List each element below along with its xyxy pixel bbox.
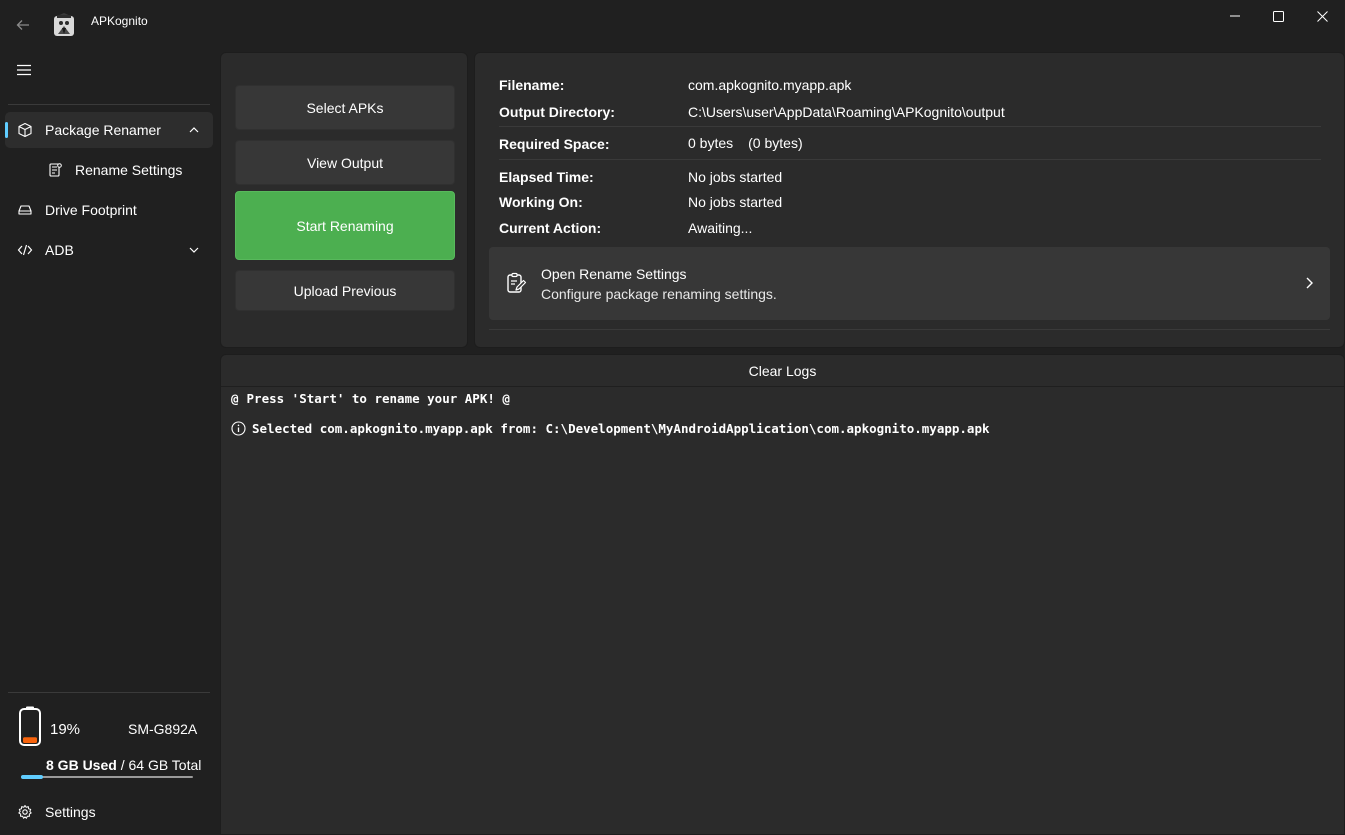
output-directory-value: C:\Users\user\AppData\Roaming\APKognito\…	[688, 104, 1005, 120]
elapsed-time-value: No jobs started	[688, 169, 783, 185]
sidebar-item-adb[interactable]: ADB	[5, 232, 213, 268]
app-title: APKognito	[91, 14, 148, 28]
code-icon	[17, 242, 33, 258]
sidebar-item-label: Settings	[45, 804, 96, 820]
sidebar-item-label: Drive Footprint	[45, 202, 137, 218]
sidebar-item-label: ADB	[45, 242, 74, 258]
card-divider	[489, 329, 1330, 330]
filename-value: com.apkognito.myapp.apk	[688, 77, 852, 93]
log-text: Press 'Start' to rename your APK! @	[246, 391, 510, 406]
menu-toggle-button[interactable]	[8, 56, 40, 84]
selection-indicator	[5, 122, 8, 138]
required-space-size: 0 bytes	[688, 135, 734, 151]
select-apks-button[interactable]: Select APKs	[235, 85, 455, 130]
chevron-down-icon[interactable]	[187, 243, 201, 257]
battery-percent: 19%	[50, 721, 81, 738]
start-renaming-button[interactable]: Start Renaming	[235, 191, 455, 260]
upload-previous-button[interactable]: Upload Previous	[235, 270, 455, 311]
storage-used: 8 GB Used	[46, 757, 117, 773]
view-output-button[interactable]: View Output	[235, 140, 455, 185]
close-button[interactable]	[1299, 0, 1345, 32]
card-title: Open Rename Settings	[541, 266, 687, 282]
actions-panel: Select APKs View Output Start Renaming U…	[220, 52, 468, 348]
clipboard-edit-icon	[507, 272, 527, 293]
sidebar-item-drive-footprint[interactable]: Drive Footprint	[5, 192, 213, 228]
sidebar-divider	[8, 104, 210, 105]
required-space-value: 0 bytes (0 bytes)	[688, 135, 803, 151]
battery-icon	[19, 706, 41, 746]
log-line: @ Press 'Start' to rename your APK! @	[231, 391, 510, 406]
card-description: Configure package renaming settings.	[541, 286, 777, 302]
log-prefix: @	[231, 391, 239, 406]
storage-usage-text: 8 GB Used / 64 GB Total	[46, 757, 201, 773]
minimize-button[interactable]	[1212, 0, 1258, 32]
elapsed-time-label: Elapsed Time:	[499, 169, 594, 185]
chevron-right-icon	[1306, 277, 1313, 289]
hamburger-icon	[17, 64, 31, 76]
maximize-button[interactable]	[1255, 0, 1301, 32]
maximize-icon	[1272, 10, 1284, 22]
sidebar-item-package-renamer[interactable]: Package Renamer	[5, 112, 213, 148]
sidebar-item-rename-settings[interactable]: Rename Settings	[5, 152, 213, 188]
output-directory-label: Output Directory:	[499, 104, 615, 120]
filename-label: Filename:	[499, 77, 565, 93]
info-icon	[231, 421, 246, 436]
clear-logs-button[interactable]: Clear Logs	[221, 355, 1344, 387]
current-action-label: Current Action:	[499, 220, 602, 236]
job-info-panel: Filename: com.apkognito.myapp.apk Output…	[474, 52, 1345, 348]
title-bar: APKognito	[0, 0, 1345, 48]
device-status: 19% SM-G892A 8 GB Used / 64 GB Total	[0, 693, 220, 783]
storage-progress-bar	[21, 775, 193, 779]
sidebar: Package Renamer Rename Settings Drive Fo…	[0, 48, 220, 835]
settings-document-icon	[47, 162, 63, 178]
info-divider	[499, 126, 1321, 127]
storage-total: 64 GB Total	[128, 757, 202, 773]
gear-icon	[17, 804, 33, 820]
open-rename-settings-card[interactable]: Open Rename Settings Configure package r…	[489, 247, 1330, 320]
working-on-label: Working On:	[499, 194, 583, 210]
back-button[interactable]	[8, 10, 38, 40]
sidebar-item-label: Rename Settings	[75, 162, 183, 178]
device-name: SM-G892A	[128, 721, 198, 737]
required-space-label: Required Space:	[499, 136, 610, 152]
package-icon	[17, 122, 33, 138]
sidebar-item-settings[interactable]: Settings	[5, 794, 213, 830]
minimize-icon	[1230, 15, 1240, 17]
info-divider	[499, 159, 1321, 160]
drive-icon	[17, 202, 33, 218]
log-panel: Clear Logs @ Press 'Start' to rename you…	[220, 354, 1345, 835]
close-icon	[1316, 10, 1328, 22]
app-logo-icon	[54, 13, 74, 36]
working-on-value: No jobs started	[688, 194, 783, 210]
sidebar-item-label: Package Renamer	[45, 122, 161, 138]
current-action-value: Awaiting...	[688, 220, 753, 236]
required-space-exact: (0 bytes)	[748, 135, 803, 151]
storage-progress-fill	[21, 775, 43, 779]
storage-separator: /	[116, 757, 129, 773]
log-text: Selected com.apkognito.myapp.apk from: C…	[252, 421, 990, 436]
back-arrow-icon	[16, 20, 29, 30]
chevron-up-icon[interactable]	[187, 123, 201, 137]
log-line: Selected com.apkognito.myapp.apk from: C…	[231, 421, 990, 436]
